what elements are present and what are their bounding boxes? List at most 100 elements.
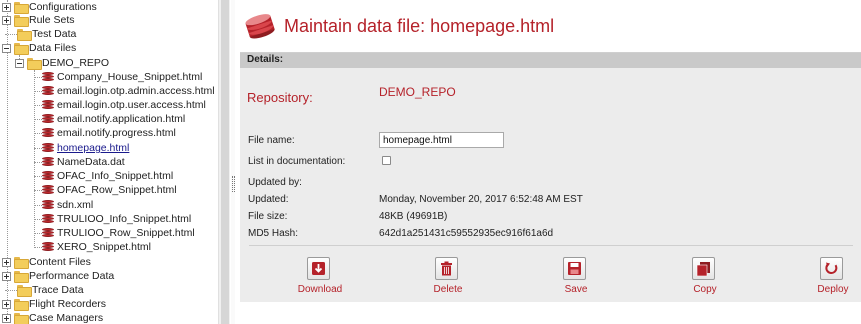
tree-connector bbox=[34, 76, 42, 78]
tree-item-trace-data[interactable]: Trace Data bbox=[5, 283, 84, 297]
delete-button[interactable]: Delete bbox=[418, 257, 478, 297]
page-title: Maintain data file: homepage.html bbox=[284, 16, 555, 36]
tree-connector bbox=[34, 118, 42, 120]
data-file-icon bbox=[42, 171, 55, 181]
repository-value: DEMO_REPO bbox=[379, 85, 456, 99]
folder-icon bbox=[14, 43, 29, 55]
download-icon[interactable] bbox=[307, 257, 330, 280]
data-file-icon bbox=[42, 200, 55, 210]
save-button[interactable]: Save bbox=[546, 257, 606, 297]
expand-icon[interactable] bbox=[2, 313, 11, 323]
tree-item-data-files[interactable]: Data Files bbox=[2, 41, 76, 55]
file-name-input[interactable] bbox=[379, 132, 504, 148]
deploy-refresh-icon[interactable] bbox=[820, 257, 843, 280]
tree-item-file[interactable]: email.login.otp.user.access.html bbox=[34, 98, 206, 112]
tree-item-test-data[interactable]: Test Data bbox=[5, 27, 76, 41]
folder-icon bbox=[14, 257, 29, 269]
tree-item-configurations[interactable]: Configurations bbox=[2, 0, 97, 14]
download-label: Download bbox=[297, 284, 343, 295]
tree-item-content-files[interactable]: Content Files bbox=[2, 255, 91, 269]
folder-icon bbox=[27, 58, 42, 70]
tree-connector bbox=[34, 104, 42, 106]
data-file-icon bbox=[42, 228, 55, 238]
database-icon bbox=[244, 13, 278, 39]
data-file-icon bbox=[42, 86, 55, 96]
data-file-icon bbox=[42, 185, 55, 195]
tree-connector bbox=[34, 90, 42, 92]
expand-icon[interactable] bbox=[2, 299, 11, 309]
copy-button[interactable]: Copy bbox=[675, 257, 735, 297]
tree-connector bbox=[34, 161, 42, 163]
folder-icon bbox=[17, 29, 32, 41]
repository-tree: Configurations Rule Sets Test Data Data … bbox=[0, 0, 218, 324]
data-file-icon bbox=[42, 157, 55, 167]
updated-label: Updated: bbox=[248, 194, 289, 205]
panel-splitter[interactable] bbox=[231, 0, 235, 324]
tree-item-file[interactable]: Company_House_Snippet.html bbox=[34, 70, 202, 84]
folder-icon bbox=[17, 285, 32, 297]
tree-item-file[interactable]: TRULIOO_Row_Snippet.html bbox=[34, 226, 195, 240]
data-file-icon bbox=[42, 72, 55, 82]
tree-item-file[interactable]: email.login.otp.admin.access.html bbox=[34, 84, 215, 98]
copy-label: Copy bbox=[693, 284, 717, 295]
expand-icon[interactable] bbox=[2, 271, 11, 281]
data-file-icon bbox=[42, 128, 55, 138]
tree-item-file[interactable]: email.notify.progress.html bbox=[34, 126, 176, 140]
tree-item-file[interactable]: TRULIOO_Info_Snippet.html bbox=[34, 212, 191, 226]
download-button[interactable]: Download bbox=[290, 257, 350, 297]
tree-connector bbox=[5, 33, 17, 35]
tree-item-file[interactable]: sdn.xml bbox=[34, 198, 93, 212]
data-file-icon bbox=[42, 114, 55, 124]
file-size-value: 48KB (49691B) bbox=[379, 211, 448, 222]
details-heading: Details: bbox=[247, 54, 284, 65]
details-divider bbox=[249, 245, 853, 246]
tree-item-demo-repo[interactable]: DEMO_REPO bbox=[15, 56, 109, 70]
tree-item-file[interactable]: OFAC_Info_Snippet.html bbox=[34, 169, 173, 183]
tree-item-performance-data[interactable]: Performance Data bbox=[2, 269, 114, 283]
scrollbar-thumb[interactable] bbox=[221, 0, 229, 324]
splitter-grip-icon[interactable] bbox=[232, 176, 235, 192]
expand-icon[interactable] bbox=[2, 2, 11, 12]
folder-icon bbox=[14, 15, 29, 27]
tree-item-file-selected[interactable]: homepage.html bbox=[34, 141, 129, 155]
tree-connector bbox=[34, 132, 42, 134]
tree-item-case-managers[interactable]: Case Managers bbox=[2, 311, 103, 324]
folder-icon bbox=[14, 2, 29, 14]
copy-icon[interactable] bbox=[692, 257, 715, 280]
tree-scrollbar[interactable] bbox=[218, 0, 230, 324]
md5-hash-label: MD5 Hash: bbox=[248, 228, 299, 239]
tree-item-flight-recorders[interactable]: Flight Recorders bbox=[2, 297, 106, 311]
data-file-icon bbox=[42, 100, 55, 110]
save-label: Save bbox=[564, 284, 588, 295]
updated-value: Monday, November 20, 2017 6:52:48 AM EST bbox=[379, 194, 583, 205]
file-size-label: File size: bbox=[248, 211, 288, 222]
collapse-icon[interactable] bbox=[15, 58, 24, 68]
tree-item-file[interactable]: NameData.dat bbox=[34, 155, 125, 169]
folder-icon bbox=[14, 299, 29, 311]
collapse-icon[interactable] bbox=[2, 43, 11, 53]
tree-item-file[interactable]: OFAC_Row_Snippet.html bbox=[34, 183, 177, 197]
deploy-button[interactable]: Deploy bbox=[803, 257, 861, 297]
selected-file-link[interactable]: homepage.html bbox=[57, 141, 129, 155]
tree-connector bbox=[34, 147, 42, 149]
tree-connector bbox=[34, 204, 42, 206]
tree-item-rule-sets[interactable]: Rule Sets bbox=[2, 13, 75, 27]
deploy-label: Deploy bbox=[817, 284, 849, 295]
expand-icon[interactable] bbox=[2, 257, 11, 267]
folder-icon bbox=[14, 313, 29, 324]
md5-hash-value: 642d1a251431c59552935ec916f61a6d bbox=[379, 228, 554, 239]
tree-connector bbox=[34, 189, 42, 191]
tree-item-file[interactable]: email.notify.application.html bbox=[34, 112, 185, 126]
folder-icon bbox=[14, 271, 29, 283]
trash-icon[interactable] bbox=[435, 257, 458, 280]
tree-connector bbox=[34, 232, 42, 234]
list-in-documentation-label: List in documentation: bbox=[248, 156, 346, 167]
tree-item-file[interactable]: XERO_Snippet.html bbox=[34, 240, 151, 254]
data-file-icon bbox=[42, 143, 55, 153]
data-file-icon bbox=[42, 242, 55, 252]
list-in-documentation-checkbox[interactable] bbox=[382, 156, 391, 165]
floppy-disk-icon[interactable] bbox=[563, 257, 586, 280]
updated-by-label: Updated by: bbox=[248, 177, 302, 188]
tree-connector bbox=[34, 218, 42, 220]
expand-icon[interactable] bbox=[2, 15, 11, 25]
